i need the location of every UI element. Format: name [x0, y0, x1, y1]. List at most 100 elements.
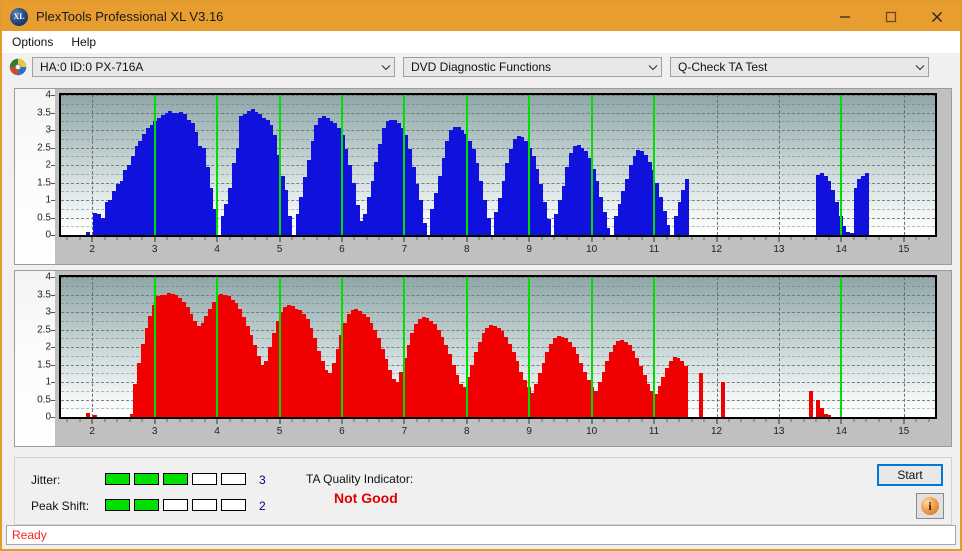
test-select[interactable]: Q-Check TA Test [670, 57, 929, 77]
x-axis-tick [229, 419, 231, 422]
y-axis-tick-label: 2.5 [37, 324, 51, 335]
chart-bar [683, 366, 688, 417]
jitter-value: 3 [259, 473, 266, 487]
function-select[interactable]: DVD Diagnostic Functions [403, 57, 662, 77]
x-axis-tick-label: 15 [898, 244, 910, 255]
peak-shift-label: Peak Shift: [31, 499, 90, 513]
y-axis-tick [51, 182, 55, 184]
x-axis-tick [403, 237, 405, 242]
x-axis-tick [491, 237, 493, 240]
menu-item-help[interactable]: Help [63, 33, 104, 51]
x-axis-tick [716, 237, 717, 242]
x-axis-tick [166, 419, 168, 422]
x-axis-tick-label: 8 [464, 426, 470, 437]
horizontal-gridline [61, 235, 935, 236]
x-axis-tick [666, 237, 668, 240]
x-axis-tick [703, 419, 705, 422]
green-marker-line [528, 277, 531, 417]
x-axis-tick [691, 237, 693, 240]
title-bar: XL PlexTools Professional XL V3.16 [2, 2, 960, 31]
x-axis-tick-label: 9 [526, 244, 532, 255]
x-axis-tick [241, 237, 243, 240]
y-axis-tick [51, 329, 55, 331]
disc-icon [9, 58, 27, 76]
x-axis-tick [328, 237, 330, 240]
x-axis-tick [353, 419, 355, 422]
x-axis-tick [279, 237, 280, 242]
y-axis-tick-label: 3.5 [37, 289, 51, 300]
x-axis-tick [566, 419, 568, 422]
x-axis-tick [241, 419, 243, 422]
x-axis-tick [91, 419, 93, 424]
x-axis-tick [303, 237, 305, 240]
jitter-chart-canvas [61, 95, 935, 235]
horizontal-gridline [61, 112, 935, 114]
plextools-window: XL PlexTools Professional XL V3.16 Optio… [0, 0, 962, 551]
chevron-down-icon [377, 64, 394, 71]
menu-item-options[interactable]: Options [4, 33, 61, 51]
green-marker-line [153, 95, 156, 235]
meter-segment [163, 499, 188, 511]
x-axis-tick-label: 3 [151, 244, 158, 255]
horizontal-gridline [61, 417, 935, 418]
green-marker-line [403, 277, 406, 417]
x-axis-tick [141, 419, 143, 422]
info-button[interactable]: i [916, 493, 944, 519]
x-axis-tick [753, 419, 755, 422]
x-axis-tick [416, 419, 418, 422]
x-axis-tick [765, 419, 767, 422]
minimize-icon[interactable] [822, 2, 868, 31]
x-axis-tick [915, 237, 917, 240]
x-axis-tick [840, 237, 842, 242]
x-axis-tick [378, 419, 380, 422]
y-axis-tick [51, 417, 55, 418]
drive-select[interactable]: HA:0 ID:0 PX-716A [32, 57, 395, 77]
x-axis-tick [129, 419, 131, 422]
x-axis-tick [616, 237, 618, 240]
window-controls [822, 2, 960, 31]
horizontal-gridline [61, 303, 935, 305]
x-axis-tick [478, 237, 480, 240]
jitter-chart-x-axis: 2 3 4 5 6 7 8 9 10 11 12 13 14 15 [59, 237, 937, 261]
peak-shift-chart-canvas [61, 277, 935, 417]
x-axis-tick-label: 10 [586, 426, 598, 437]
y-axis-tick-label: 0.5 [37, 394, 51, 405]
maximize-icon[interactable] [868, 2, 914, 31]
y-axis-tick [51, 95, 55, 96]
x-axis-tick-label: 11 [648, 244, 660, 255]
x-axis-tick-label: 2 [89, 426, 95, 437]
x-axis-tick [541, 237, 543, 240]
x-axis-tick [391, 237, 393, 240]
x-axis-tick [678, 419, 680, 422]
x-axis-tick [865, 419, 867, 422]
x-axis-tick-label: 6 [339, 244, 345, 255]
green-marker-line [278, 277, 281, 417]
meter-segment [192, 499, 217, 511]
vertical-gridline [903, 95, 905, 235]
x-axis-tick [453, 419, 455, 422]
x-axis-tick [753, 237, 755, 240]
x-axis-tick [528, 419, 530, 424]
horizontal-gridline [61, 103, 935, 105]
peak-shift-chart-y-axis: 0 0.5 1 1.5 2 2.5 3 3.5 4 [15, 271, 55, 446]
x-axis-tick [578, 419, 580, 422]
x-axis-tick-label: 2 [89, 244, 95, 255]
horizontal-gridline [61, 277, 935, 278]
x-axis-tick [154, 237, 156, 242]
y-axis-tick [51, 235, 55, 236]
green-marker-line [653, 95, 656, 235]
y-axis-tick [51, 147, 55, 149]
green-marker-line [340, 95, 343, 235]
x-axis-tick [229, 237, 231, 240]
x-axis-tick [516, 419, 518, 422]
x-axis-tick [878, 237, 880, 240]
x-axis-tick [828, 419, 830, 422]
close-icon[interactable] [914, 2, 960, 31]
x-axis-tick [815, 419, 817, 422]
start-button[interactable]: Start [877, 464, 943, 486]
x-axis-tick-label: 7 [401, 426, 408, 437]
green-marker-line [216, 95, 219, 235]
x-axis-tick [628, 237, 630, 240]
x-axis-tick [703, 237, 705, 240]
jitter-label: Jitter: [31, 473, 61, 487]
